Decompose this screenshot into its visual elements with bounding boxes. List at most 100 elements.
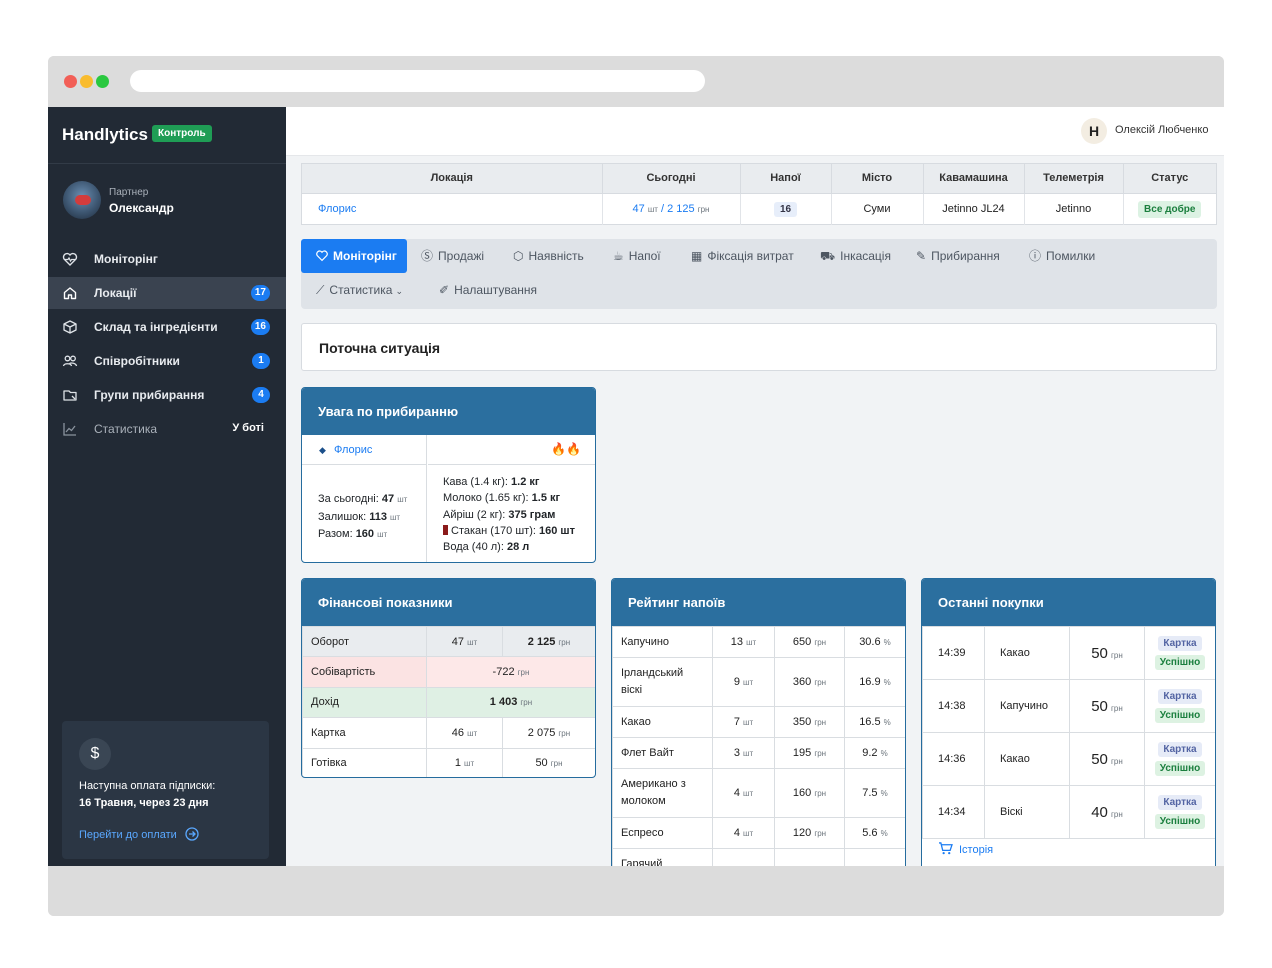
maximize-dot-icon[interactable]	[96, 75, 109, 88]
brush-icon: ✎	[916, 249, 927, 263]
location-table: Локація Сьогодні Напої Місто Кавамашина …	[301, 163, 1217, 225]
tab-settings[interactable]: ✐ Налаштування	[439, 273, 537, 307]
today-sum[interactable]: 2 125	[667, 203, 695, 215]
tab-sales[interactable]: Ⓢ Продажі	[421, 239, 484, 273]
cup-icon: ☕	[613, 249, 624, 263]
cleaning-stats-list: За сьогодні: 47 шт Залишок: 113 шт Разом…	[318, 491, 407, 544]
cleaning-attention-card: Увага по прибиранню ◆ Флорис За сьогодні…	[301, 387, 596, 563]
cleaning-group-icon	[63, 390, 77, 401]
location-link[interactable]: Флорис	[318, 203, 356, 215]
box-icon: ⬡	[513, 249, 524, 263]
table-row: 14:39 Какао 50 грн Картка Успішно	[922, 626, 1215, 680]
tab-expenses[interactable]: ▦ Фіксація витрат	[691, 239, 794, 273]
sidebar-item-cleaning-groups[interactable]: Групи прибирання 4	[48, 379, 286, 411]
arrow-right-circle-icon	[185, 827, 199, 841]
close-dot-icon[interactable]	[64, 75, 77, 88]
table-row: Капучино 13 шт 650 грн 30.6 %	[612, 626, 905, 658]
table-row: Флет Вайт 3 шт 195 грн 9.2 %	[612, 737, 905, 769]
diamond-icon: ◆	[319, 445, 326, 455]
address-bar[interactable]	[130, 70, 705, 92]
column-header: Статус	[1123, 164, 1216, 194]
count-cell: 1 шт	[426, 747, 503, 777]
unit-label: грн	[697, 205, 710, 215]
users-icon	[62, 355, 78, 367]
car-icon: ⛟	[820, 249, 836, 263]
status-badge: Все добре	[1138, 200, 1202, 218]
history-link[interactable]: Історія	[938, 842, 993, 856]
drinks-cell: 16	[740, 193, 832, 225]
row-label: Готівка	[302, 747, 427, 777]
status-badge: Успішно	[1154, 761, 1206, 776]
location-link[interactable]: Флорис	[334, 444, 372, 456]
minimize-dot-icon[interactable]	[80, 75, 93, 88]
box-icon	[63, 320, 77, 334]
column-header: Сьогодні	[602, 164, 741, 194]
brand-name[interactable]: Handlytics	[62, 125, 148, 145]
count-cell: 46 шт	[426, 717, 503, 749]
table-row: Картка 46 шт 2 075 грн	[302, 717, 595, 749]
alert-icon: ⓘ	[1029, 249, 1042, 263]
section-tabs: Моніторінг Ⓢ Продажі ⬡ Наявність ☕ Напої ▦ Ф…	[301, 239, 1217, 309]
user-name[interactable]: Олексій Любченко	[1115, 124, 1208, 136]
table-row: Собівартість -722 грн	[302, 656, 595, 688]
section-title: Поточна ситуація	[319, 340, 441, 356]
brand-badge: Контроль	[152, 125, 212, 142]
table-row: Еспресо 4 шт 120 грн 5.6 %	[612, 817, 905, 849]
browser-chrome	[48, 56, 1224, 107]
list-item: Айріш (2 кг): 375 грам	[443, 508, 556, 521]
sidebar-item-locations[interactable]: Локації 17	[48, 277, 286, 309]
subscription-text: Наступна оплата підписки:	[79, 780, 216, 792]
table-row: Ірландський віскі 9 шт 360 грн 16.9 %	[612, 657, 905, 707]
tab-errors[interactable]: ⓘ Помилки	[1029, 239, 1095, 273]
separator: /	[657, 203, 668, 216]
sidebar-item-employees[interactable]: Співробітники 1	[48, 345, 286, 377]
sum-cell: 2 125 грн	[502, 625, 595, 658]
subscription-card: $ Наступна оплата підписки: 16 Травня, ч…	[62, 721, 269, 859]
column-header: Місто	[831, 164, 924, 194]
payment-method-badge: Картка	[1158, 742, 1202, 757]
fire-icon: 🔥🔥	[551, 442, 581, 456]
partner-role: Партнер	[109, 187, 149, 198]
column-header: Телеметрія	[1024, 164, 1124, 194]
sidebar-item-label: Групи прибирання	[94, 388, 205, 402]
tab-cleaning[interactable]: ✎ Прибирання	[916, 239, 1000, 273]
ingredients-list: Кава (1.4 кг): 1.2 кг Молоко (1.65 кг): …	[443, 474, 575, 555]
row-label: Оборот	[302, 625, 427, 658]
in-bot-note: У боті	[232, 422, 264, 434]
cart-icon	[939, 842, 953, 855]
row-label: Собівартість	[302, 656, 427, 688]
sidebar-item-inventory[interactable]: Склад та інгредієнти 16	[48, 311, 286, 343]
table-row: Какао 7 шт 350 грн 16.5 %	[612, 706, 905, 738]
tab-label: Наявність	[528, 249, 584, 263]
table-row: 14:34 Віскі 40 грн Картка Успішно	[922, 785, 1215, 839]
heart-monitor-icon	[316, 250, 328, 262]
user-logo-icon[interactable]: H	[1081, 118, 1107, 144]
tab-statistics[interactable]: ⟋ Статистика ⌄	[316, 273, 403, 307]
tab-availability[interactable]: ⬡ Наявність	[513, 239, 584, 273]
tab-collection[interactable]: ⛟ Інкасація	[820, 239, 891, 273]
today-count[interactable]: 47	[633, 203, 645, 215]
list-item: Разом: 160 шт	[318, 528, 388, 540]
today-cell: 47 шт / 2 125 грн	[602, 193, 741, 225]
pay-link[interactable]: Перейти до оплати	[79, 827, 199, 841]
tab-label: Статистика	[329, 283, 393, 297]
count-badge: 17	[250, 285, 270, 301]
tab-monitoring[interactable]: Моніторінг	[301, 239, 407, 273]
sidebar-item-statistics[interactable]: Статистика У боті	[48, 413, 286, 445]
table-row: 14:36 Какао 50 грн Картка Успішно	[922, 732, 1215, 786]
table-header-row: Локація Сьогодні Напої Місто Кавамашина …	[302, 164, 1216, 194]
tab-drinks[interactable]: ☕ Напої	[613, 239, 661, 273]
table-row: Гарячий	[612, 848, 905, 866]
sidebar-item-label: Склад та інгредієнти	[94, 320, 218, 334]
fire-row: 🔥🔥	[428, 435, 595, 465]
unit-label: шт	[647, 205, 658, 215]
sidebar-divider	[48, 163, 286, 164]
drinks-count-badge: 16	[773, 201, 798, 217]
sidebar-item-monitoring[interactable]: Моніторінг	[48, 243, 286, 275]
avatar[interactable]	[63, 181, 101, 219]
column-header: Напої	[740, 164, 832, 194]
status-badge: Успішно	[1154, 655, 1206, 670]
tab-label: Інкасація	[840, 249, 891, 263]
dollar-icon: $	[79, 738, 111, 770]
partner-name: Олександр	[109, 201, 174, 215]
